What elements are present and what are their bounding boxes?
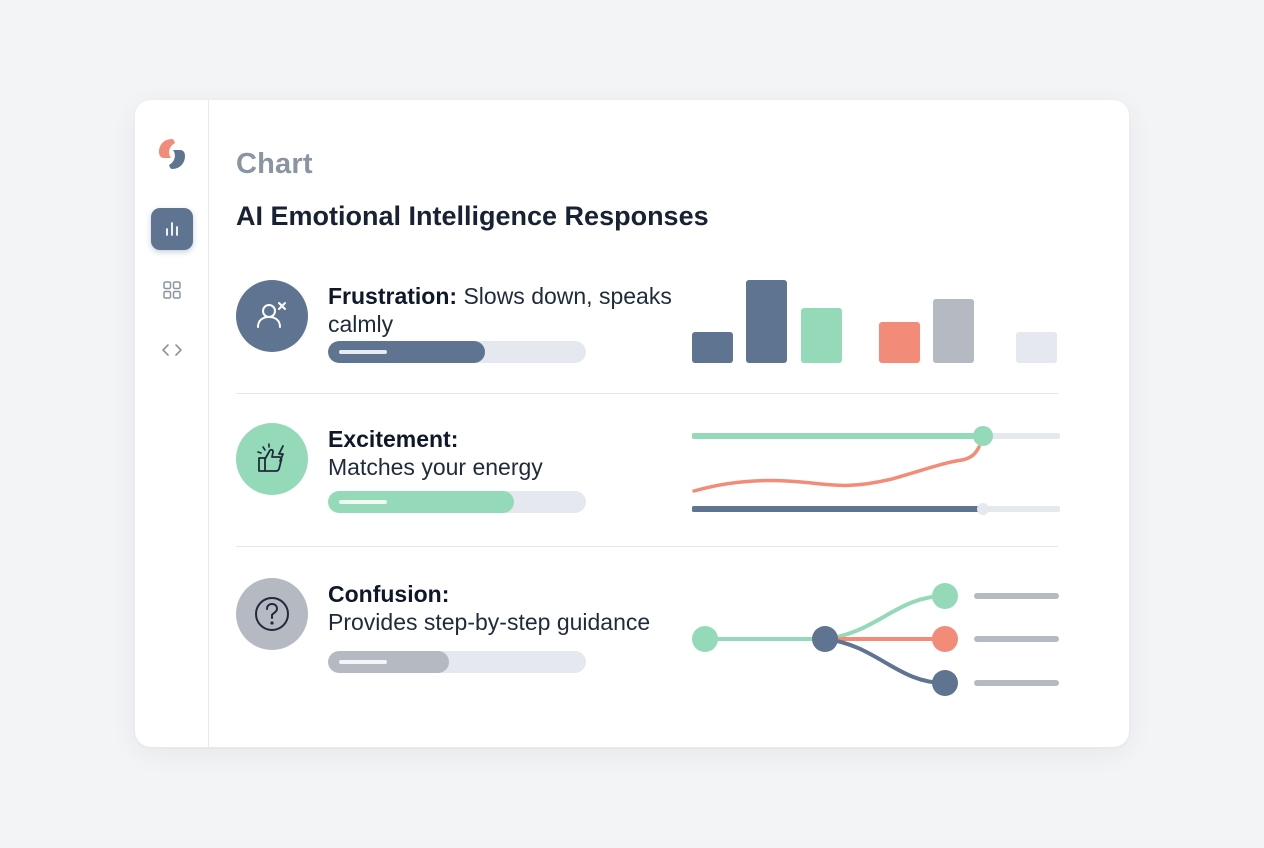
bar-chart-icon bbox=[166, 222, 178, 236]
main-card: Chart AI Emotional Intelligence Response… bbox=[135, 100, 1129, 747]
flow-node-end bbox=[932, 626, 958, 652]
nav-code-button[interactable] bbox=[151, 329, 193, 371]
flow-node-start bbox=[692, 626, 718, 652]
trend-lines-viz bbox=[692, 426, 1060, 515]
emotion-row-frustration: Frustration: Slows down, speaks calmly bbox=[236, 280, 1058, 392]
code-icon bbox=[162, 344, 182, 356]
column-bar bbox=[801, 308, 842, 363]
page-title: AI Emotional Intelligence Responses bbox=[236, 201, 709, 231]
emotion-text: Excitement: Matches your energy bbox=[328, 425, 698, 481]
column-bar bbox=[879, 322, 920, 363]
trend-knob bbox=[977, 503, 989, 515]
flow-node-end bbox=[932, 583, 958, 609]
bar-columns-viz bbox=[692, 280, 1057, 363]
level-bar-highlight bbox=[339, 350, 387, 354]
column-bar bbox=[692, 332, 733, 363]
column-bar bbox=[1016, 332, 1057, 363]
trend-knob bbox=[973, 426, 993, 446]
emotion-description: Matches your energy bbox=[328, 454, 543, 480]
brand-logo bbox=[159, 139, 185, 169]
emotion-text: Confusion: Provides step-by-step guidanc… bbox=[328, 580, 698, 636]
level-bar-frustration bbox=[328, 341, 586, 363]
question-icon bbox=[236, 578, 308, 650]
emotion-text: Frustration: Slows down, speaks calmly bbox=[328, 282, 698, 338]
nav-chart-button[interactable] bbox=[151, 208, 193, 250]
level-bar-confusion bbox=[328, 651, 586, 673]
grid-icon bbox=[163, 281, 181, 299]
emotion-row-excitement: Excitement: Matches your energy bbox=[236, 423, 1060, 533]
level-bar-highlight bbox=[339, 500, 387, 504]
sidebar bbox=[135, 100, 209, 747]
column-bar bbox=[746, 280, 787, 363]
flow-node-end bbox=[932, 670, 958, 696]
emotion-label: Excitement: bbox=[328, 426, 459, 452]
emotion-label: Frustration: bbox=[328, 283, 458, 309]
user-x-icon bbox=[236, 280, 308, 352]
column-bar bbox=[933, 299, 974, 363]
emotion-description: Provides step-by-step guidance bbox=[328, 609, 651, 635]
level-bar-excitement bbox=[328, 491, 586, 513]
thumbs-up-spark-icon bbox=[236, 423, 308, 495]
row-divider bbox=[236, 546, 1058, 547]
emotion-label: Confusion: bbox=[328, 581, 450, 607]
nav-grid-button[interactable] bbox=[151, 269, 193, 311]
row-divider bbox=[236, 393, 1058, 394]
flow-node-hub bbox=[812, 626, 838, 652]
level-bar-highlight bbox=[339, 660, 387, 664]
section-kicker: Chart bbox=[236, 148, 313, 180]
emotion-row-confusion: Confusion: Provides step-by-step guidanc… bbox=[236, 578, 1059, 708]
branch-flow-viz bbox=[692, 583, 1059, 696]
